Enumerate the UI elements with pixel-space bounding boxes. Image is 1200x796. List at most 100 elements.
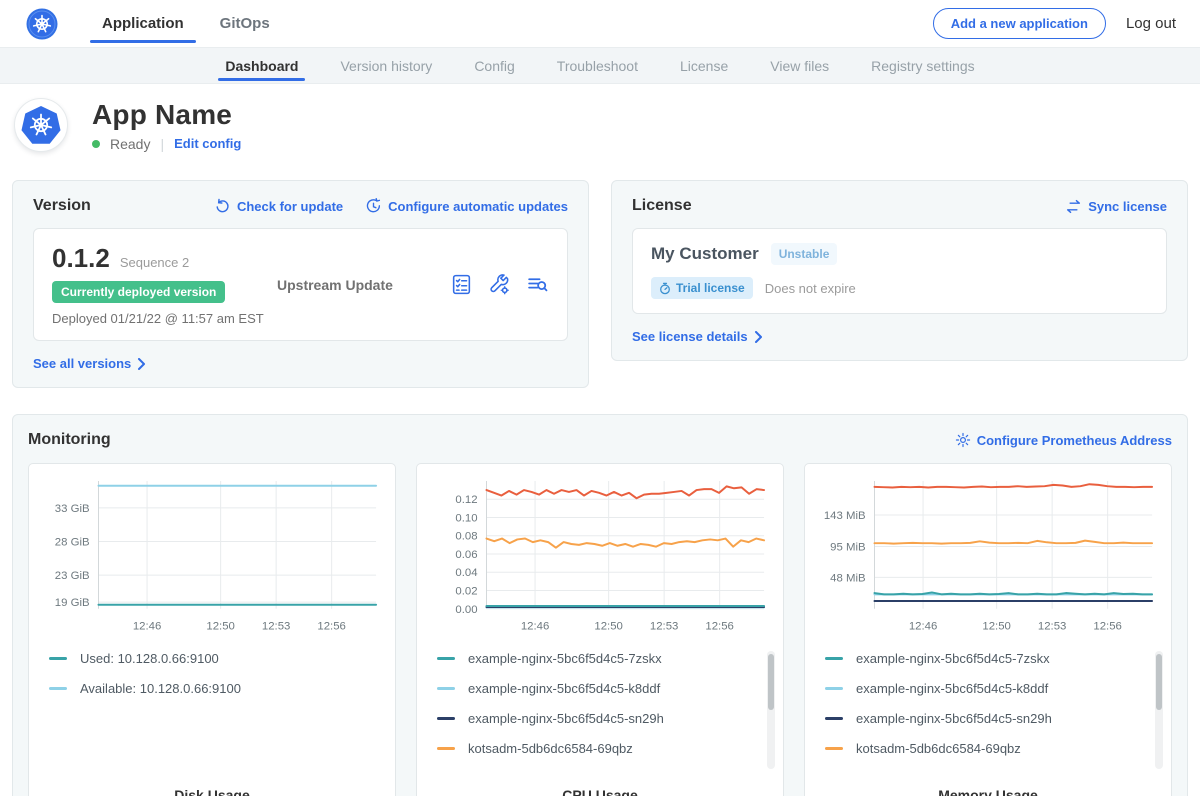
schedule-update-icon — [365, 198, 382, 215]
svg-text:12:56: 12:56 — [1093, 621, 1121, 633]
legend-label: example-nginx-5bc6f5d4c5-k8ddf — [468, 681, 660, 696]
license-card-title: License — [632, 197, 692, 215]
see-license-details-link[interactable]: See license details — [632, 329, 763, 344]
see-license-details-label: See license details — [632, 329, 748, 344]
cpu-usage-legend: example-nginx-5bc6f5d4c5-7zskx example-ng… — [429, 651, 771, 777]
tab-dashboard[interactable]: Dashboard — [204, 48, 319, 83]
kubernetes-logo-icon — [26, 8, 58, 40]
legend-item-example-nginx-5bc6f5d4c5-k8ddf[interactable]: example-nginx-5bc6f5d4c5-k8ddf — [825, 681, 1159, 696]
legend-scrollbar[interactable] — [767, 651, 775, 769]
legend-dash-icon — [49, 687, 67, 690]
legend-label: example-nginx-5bc6f5d4c5-sn29h — [856, 711, 1052, 726]
tab-license[interactable]: License — [659, 48, 749, 83]
customer-name: My Customer — [651, 244, 759, 264]
memory-usage-legend: example-nginx-5bc6f5d4c5-7zskx example-ng… — [817, 651, 1159, 777]
monitoring-card: Monitoring — [12, 414, 1188, 796]
tab-version-history[interactable]: Version history — [319, 48, 453, 83]
app-subnav: DashboardVersion historyConfigTroublesho… — [0, 48, 1200, 84]
svg-text:0.06: 0.06 — [455, 549, 477, 561]
disk-usage-legend: Used: 10.128.0.66:9100 Available: 10.128.… — [41, 651, 383, 777]
app-avatar — [14, 98, 68, 152]
legend-item-used-10-128-0-66-9100[interactable]: Used: 10.128.0.66:9100 — [49, 651, 383, 666]
gear-icon — [955, 432, 971, 448]
svg-text:12:50: 12:50 — [982, 621, 1010, 633]
svg-text:19 GiB: 19 GiB — [55, 597, 90, 609]
page-title: App Name — [92, 99, 241, 131]
disk-usage-chart-card: 33 GiB28 GiB23 GiB19 GiB12:4612:5012:531… — [28, 463, 396, 796]
legend-scrollbar-thumb[interactable] — [1156, 654, 1162, 710]
see-all-versions-link[interactable]: See all versions — [33, 356, 146, 371]
license-expiry: Does not expire — [765, 281, 856, 296]
sync-icon — [1065, 199, 1082, 214]
svg-text:48 MiB: 48 MiB — [830, 572, 865, 584]
version-card: Version Check for update — [12, 180, 589, 388]
configure-prometheus-link[interactable]: Configure Prometheus Address — [955, 432, 1172, 448]
memory-usage-chart-card: 143 MiB95 MiB48 MiB12:4612:5012:5312:56 … — [804, 463, 1172, 796]
tab-config[interactable]: Config — [453, 48, 535, 83]
monitoring-title: Monitoring — [28, 431, 111, 449]
disk-usage-chart: 33 GiB28 GiB23 GiB19 GiB12:4612:5012:531… — [41, 474, 383, 639]
see-all-versions-label: See all versions — [33, 356, 131, 371]
legend-label: example-nginx-5bc6f5d4c5-sn29h — [468, 711, 664, 726]
check-for-update-label: Check for update — [237, 199, 343, 214]
legend-label: example-nginx-5bc6f5d4c5-k8ddf — [856, 681, 1048, 696]
deploy-logs-icon[interactable] — [526, 273, 549, 296]
legend-dash-icon — [825, 687, 843, 690]
configure-automatic-updates-link[interactable]: Configure automatic updates — [365, 198, 568, 215]
legend-label: kotsadm-5db6dc6584-69qbz — [856, 741, 1021, 756]
trial-license-badge: Trial license — [651, 277, 753, 299]
legend-item-kotsadm-5db6dc6584-69qbz[interactable]: kotsadm-5db6dc6584-69qbz — [437, 741, 771, 756]
legend-item-example-nginx-5bc6f5d4c5-7zskx[interactable]: example-nginx-5bc6f5d4c5-7zskx — [437, 651, 771, 666]
svg-text:28 GiB: 28 GiB — [55, 536, 90, 548]
chart-title: Memory Usage — [817, 787, 1159, 796]
legend-dash-icon — [437, 687, 455, 690]
legend-label: kotsadm-5db6dc6584-69qbz — [468, 741, 633, 756]
edit-config-link[interactable]: Edit config — [174, 136, 241, 151]
memory-usage-chart: 143 MiB95 MiB48 MiB12:4612:5012:5312:56 — [817, 474, 1159, 639]
cpu-usage-chart-card: 0.120.100.080.060.040.020.0012:4612:5012… — [416, 463, 784, 796]
svg-text:12:50: 12:50 — [206, 621, 234, 633]
legend-dash-icon — [437, 657, 455, 660]
status-dot — [92, 140, 100, 148]
update-type-label: Upstream Update — [277, 277, 450, 293]
preflight-checks-icon[interactable] — [450, 273, 473, 296]
topnav-tabs: ApplicationGitOps — [88, 0, 284, 47]
legend-dash-icon — [825, 747, 843, 750]
chevron-right-icon — [137, 358, 146, 370]
topnav-tab-gitops[interactable]: GitOps — [206, 0, 284, 47]
config-wrench-icon[interactable] — [488, 273, 511, 296]
svg-text:0.12: 0.12 — [455, 494, 477, 506]
legend-scrollbar[interactable] — [1155, 651, 1163, 769]
refresh-icon — [214, 198, 231, 215]
check-for-update-link[interactable]: Check for update — [214, 198, 343, 215]
license-card: License Sync license My Customer Unstabl… — [611, 180, 1188, 361]
legend-label: Available: 10.128.0.66:9100 — [80, 681, 241, 696]
legend-item-kotsadm-5db6dc6584-69qbz[interactable]: kotsadm-5db6dc6584-69qbz — [825, 741, 1159, 756]
legend-item-example-nginx-5bc6f5d4c5-sn29h[interactable]: example-nginx-5bc6f5d4c5-sn29h — [437, 711, 771, 726]
legend-label: example-nginx-5bc6f5d4c5-7zskx — [468, 651, 662, 666]
sync-license-label: Sync license — [1088, 199, 1167, 214]
tab-registry-settings[interactable]: Registry settings — [850, 48, 995, 83]
status-label: Ready — [110, 136, 150, 152]
legend-item-example-nginx-5bc6f5d4c5-7zskx[interactable]: example-nginx-5bc6f5d4c5-7zskx — [825, 651, 1159, 666]
legend-scrollbar-thumb[interactable] — [768, 654, 774, 710]
svg-text:12:53: 12:53 — [262, 621, 290, 633]
legend-item-example-nginx-5bc6f5d4c5-k8ddf[interactable]: example-nginx-5bc6f5d4c5-k8ddf — [437, 681, 771, 696]
legend-label: Used: 10.128.0.66:9100 — [80, 651, 219, 666]
trial-license-label: Trial license — [676, 281, 745, 295]
add-new-application-button[interactable]: Add a new application — [933, 8, 1106, 39]
logout-link[interactable]: Log out — [1126, 15, 1176, 32]
legend-item-available-10-128-0-66-9100[interactable]: Available: 10.128.0.66:9100 — [49, 681, 383, 696]
configure-prometheus-label: Configure Prometheus Address — [977, 433, 1172, 448]
topnav-tab-application[interactable]: Application — [88, 0, 198, 47]
kubernetes-wheel-icon — [21, 105, 61, 145]
svg-text:0.10: 0.10 — [455, 512, 477, 524]
tab-view-files[interactable]: View files — [749, 48, 850, 83]
svg-text:12:46: 12:46 — [133, 621, 161, 633]
chevron-right-icon — [754, 331, 763, 343]
tab-troubleshoot[interactable]: Troubleshoot — [536, 48, 659, 83]
version-number: 0.1.2 — [52, 243, 110, 274]
legend-item-example-nginx-5bc6f5d4c5-sn29h[interactable]: example-nginx-5bc6f5d4c5-sn29h — [825, 711, 1159, 726]
sync-license-link[interactable]: Sync license — [1065, 199, 1167, 214]
svg-text:12:53: 12:53 — [1038, 621, 1066, 633]
